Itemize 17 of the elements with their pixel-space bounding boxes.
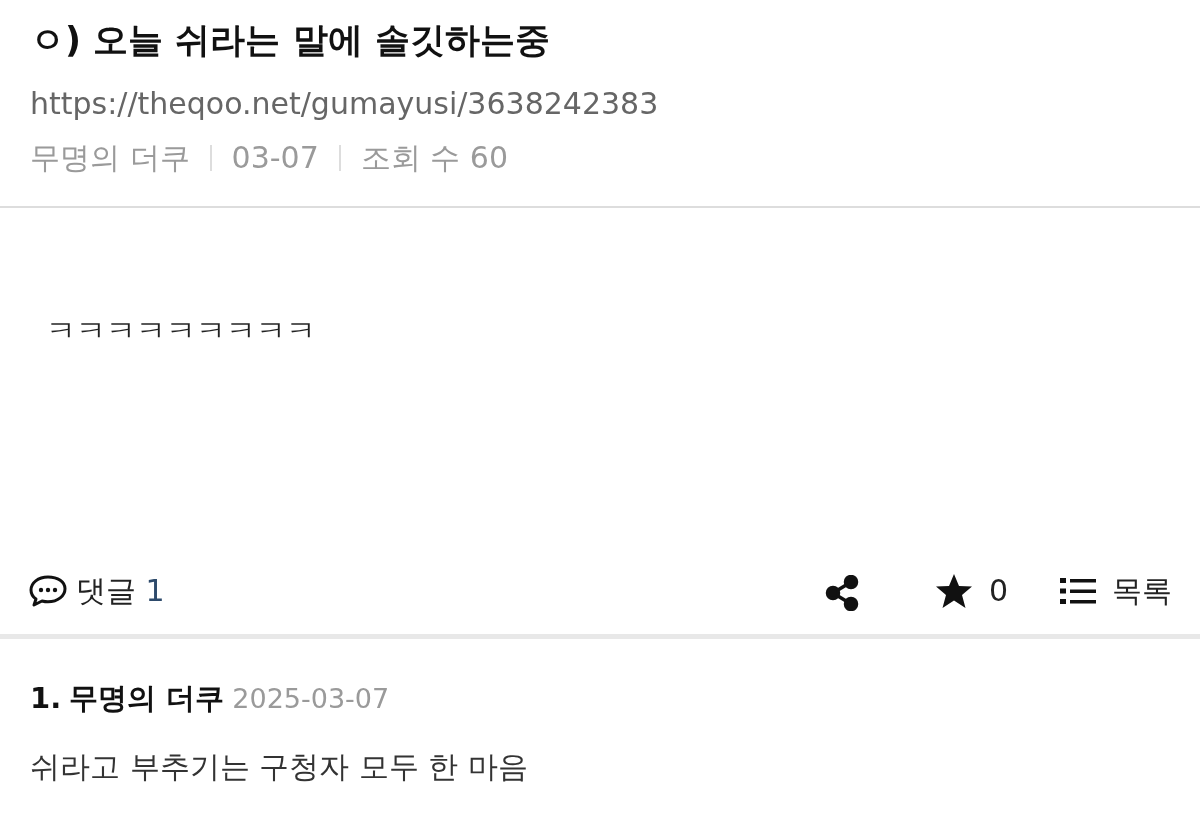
star-icon[interactable] <box>934 572 973 609</box>
list-link[interactable]: 목록 <box>1112 568 1172 613</box>
comment-number: 1. <box>30 679 62 717</box>
post-body: ㅋㅋㅋㅋㅋㅋㅋㅋㅋ <box>46 312 316 348</box>
list-icon[interactable] <box>1060 575 1096 606</box>
post-url[interactable]: https://theqoo.net/gumayusi/3638242383 <box>30 85 659 121</box>
comment-text: 쉬라고 부추기는 구청자 모두 한 마음 <box>30 748 529 786</box>
comment-author: 무명의 더쿠 <box>69 679 225 717</box>
like-count: 0 <box>988 572 1008 610</box>
post-author: 무명의 더쿠 <box>30 139 190 176</box>
share-icon[interactable] <box>824 574 859 611</box>
speech-bubble-icon[interactable] <box>28 573 68 608</box>
comment-date: 2025-03-07 <box>232 681 390 716</box>
view-count: 조회 수 60 <box>360 139 508 176</box>
comments-label: 댓글 1 <box>76 572 165 610</box>
post-date: 03-07 <box>231 139 319 176</box>
post-title: ㅇ) 오늘 쉬라는 말에 솔깃하는중 <box>30 19 551 62</box>
